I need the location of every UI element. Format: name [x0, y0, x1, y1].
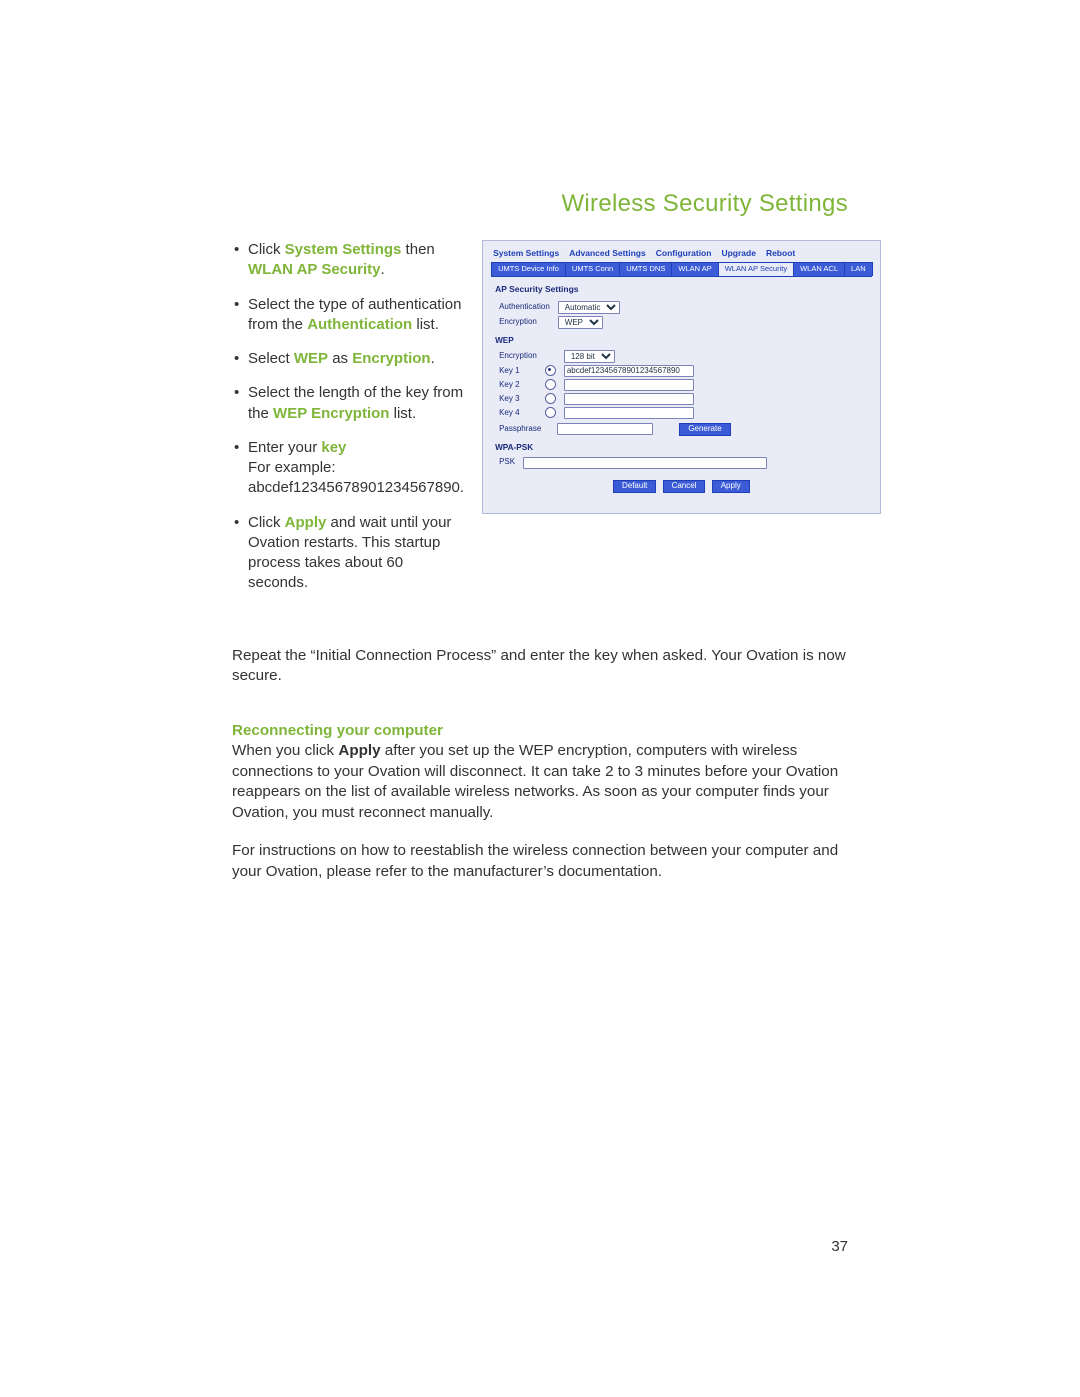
tab-wlan-ap[interactable]: WLAN AP: [671, 262, 718, 275]
passphrase-input[interactable]: [557, 423, 653, 435]
psk-input[interactable]: [523, 457, 767, 469]
page: Wireless Security Settings Click System …: [0, 0, 1080, 1397]
wep-key-row: Key 2: [495, 378, 698, 392]
passphrase-label: Passphrase: [495, 422, 545, 437]
default-button[interactable]: Default: [613, 480, 656, 493]
wep-key-label: Key 1: [495, 364, 541, 378]
wep-key-input[interactable]: [564, 379, 694, 391]
tab-bar: UMTS Device InfoUMTS ConnUMTS DNSWLAN AP…: [491, 262, 872, 276]
step-item: Select WEP as Encryption.: [234, 349, 464, 369]
wpa-section-label: WPA-PSK: [495, 443, 868, 452]
auth-label: Authentication: [495, 300, 554, 315]
body-para-3: For instructions on how to reestablish t…: [232, 841, 848, 882]
body-text: Repeat the “Initial Connection Process” …: [232, 646, 848, 883]
nav-item[interactable]: Reboot: [766, 249, 795, 258]
apply-button[interactable]: Apply: [712, 480, 750, 493]
enc-label: Encryption: [495, 315, 554, 330]
wep-key-row: Key 3: [495, 392, 698, 406]
encryption-select[interactable]: WEP: [558, 316, 603, 329]
panel-button-row: Default Cancel Apply: [495, 480, 868, 493]
wep-key-radio[interactable]: [545, 393, 556, 404]
generate-button[interactable]: Generate: [679, 423, 730, 436]
panel-heading: AP Security Settings: [495, 285, 868, 294]
wep-key-row: Key 4: [495, 406, 698, 420]
reconnecting-subhead: Reconnecting your computer: [232, 721, 848, 742]
wep-key-label: Key 4: [495, 406, 541, 420]
authentication-select[interactable]: Automatic: [558, 301, 620, 314]
wep-key-label: Key 3: [495, 392, 541, 406]
body-para-1: Repeat the “Initial Connection Process” …: [232, 646, 848, 687]
wep-key-radio[interactable]: [545, 365, 556, 376]
wep-enc-label: Encryption: [495, 349, 541, 364]
nav-item[interactable]: Advanced Settings: [569, 249, 646, 258]
step-item: Select the length of the key from the WE…: [234, 383, 464, 424]
nav-item[interactable]: Configuration: [656, 249, 712, 258]
page-title: Wireless Security Settings: [561, 188, 848, 220]
router-settings-screenshot: System Settings Advanced Settings Configur…: [482, 240, 881, 514]
steps-list: Click System Settings then WLAN AP Secur…: [232, 240, 464, 608]
cancel-button[interactable]: Cancel: [663, 480, 706, 493]
wep-key-row: Key 1: [495, 364, 698, 378]
wep-key-input[interactable]: [564, 393, 694, 405]
tab-lan[interactable]: LAN: [844, 262, 873, 275]
body-para-2: When you click Apply after you set up th…: [232, 741, 848, 823]
two-column-layout: Click System Settings then WLAN AP Secur…: [232, 240, 848, 608]
nav-item[interactable]: Upgrade: [721, 249, 755, 258]
tab-umts-conn[interactable]: UMTS Conn: [565, 262, 620, 275]
wep-key-input[interactable]: [564, 365, 694, 377]
tab-wlan-ap-security[interactable]: WLAN AP Security: [718, 262, 794, 275]
nav-item[interactable]: System Settings: [493, 249, 559, 258]
page-number: 37: [831, 1237, 848, 1257]
wep-length-select[interactable]: 128 bit: [564, 350, 615, 363]
step-item: Click Apply and wait until your Ovation …: [234, 513, 464, 594]
psk-label: PSK: [495, 456, 519, 470]
top-nav: System Settings Advanced Settings Configur…: [487, 247, 876, 260]
tab-umts-dns[interactable]: UMTS DNS: [619, 262, 672, 275]
wep-key-input[interactable]: [564, 407, 694, 419]
step-item: Select the type of authentication from t…: [234, 295, 464, 336]
ap-security-panel: AP Security Settings Authentication Auto…: [487, 277, 876, 499]
wep-key-label: Key 2: [495, 378, 541, 392]
wep-section-label: WEP: [495, 336, 868, 345]
step-item: Enter your keyFor example:abcdef12345678…: [234, 438, 464, 499]
wep-key-radio[interactable]: [545, 379, 556, 390]
step-item: Click System Settings then WLAN AP Secur…: [234, 240, 464, 281]
wep-key-radio[interactable]: [545, 407, 556, 418]
tab-wlan-acl[interactable]: WLAN ACL: [793, 262, 845, 275]
tab-umts-device-info[interactable]: UMTS Device Info: [491, 262, 566, 275]
